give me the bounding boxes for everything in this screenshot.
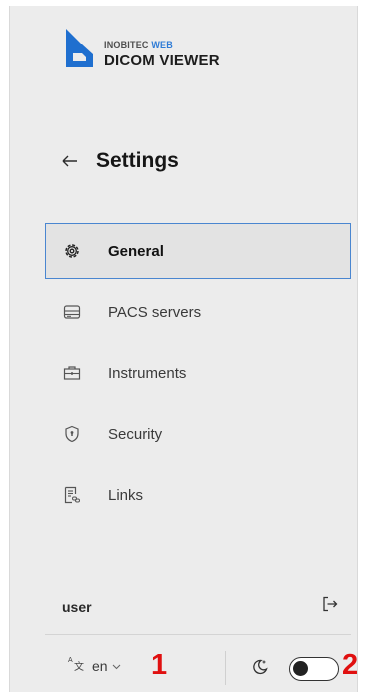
app-logo: INOBITEC WEB DICOM VIEWER bbox=[62, 28, 220, 68]
footer: A文 en 1 2 bbox=[68, 651, 365, 687]
nav-item-security[interactable]: Security bbox=[45, 406, 351, 462]
annotation-badge-2: 2 bbox=[342, 649, 359, 681]
logo-icon bbox=[66, 29, 93, 67]
translate-icon: A文 bbox=[68, 655, 84, 676]
settings-header: Settings bbox=[62, 149, 179, 173]
nav-item-general[interactable]: General bbox=[45, 223, 351, 279]
svg-text:文: 文 bbox=[74, 660, 84, 671]
toolbox-icon bbox=[63, 364, 81, 382]
toggle-knob bbox=[293, 661, 308, 676]
arrow-left-icon[interactable] bbox=[62, 152, 96, 170]
nav-label-links: Links bbox=[108, 486, 144, 504]
brand-company: INOBITEC bbox=[104, 40, 149, 50]
chevron-down-icon bbox=[112, 657, 121, 675]
logout-icon[interactable] bbox=[322, 596, 338, 617]
annotation-badge-1: 1 bbox=[151, 649, 168, 681]
user-row: user bbox=[62, 596, 338, 617]
nav-label-pacs-servers: PACS servers bbox=[108, 303, 202, 321]
link-document-icon bbox=[63, 486, 81, 504]
brand-web: WEB bbox=[151, 40, 173, 50]
nav-label-security: Security bbox=[108, 425, 163, 443]
moon-icon bbox=[251, 658, 269, 681]
server-icon bbox=[63, 303, 81, 321]
gear-icon bbox=[63, 242, 81, 260]
brand-product: DICOM VIEWER bbox=[104, 52, 220, 69]
settings-panel: INOBITEC WEB DICOM VIEWER Settings Gener… bbox=[9, 6, 358, 692]
nav-item-links[interactable]: Links bbox=[45, 467, 351, 523]
shield-icon bbox=[63, 425, 81, 443]
page-title: Settings bbox=[96, 149, 179, 172]
nav-label-general: General bbox=[108, 242, 164, 260]
user-name: user bbox=[62, 598, 92, 615]
language-selector[interactable]: A文 en bbox=[68, 655, 121, 676]
nav-item-instruments[interactable]: Instruments bbox=[45, 345, 351, 401]
footer-divider bbox=[45, 634, 351, 635]
nav-label-instruments: Instruments bbox=[108, 364, 187, 382]
language-code: en bbox=[92, 657, 108, 674]
theme-toggle[interactable] bbox=[289, 657, 339, 681]
settings-nav: General PACS servers Instruments Securit… bbox=[45, 223, 351, 528]
footer-separator bbox=[225, 651, 226, 685]
nav-item-pacs-servers[interactable]: PACS servers bbox=[45, 284, 351, 340]
svg-text:A: A bbox=[68, 657, 73, 664]
